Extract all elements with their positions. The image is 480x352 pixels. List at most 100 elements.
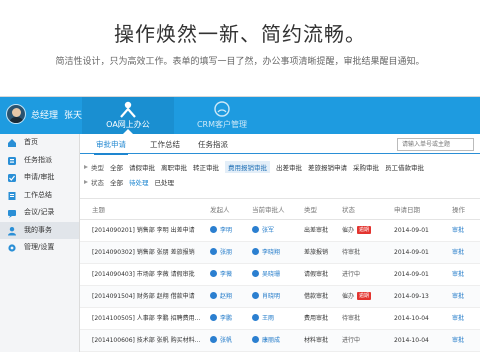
task-icon <box>8 156 16 165</box>
avatar[interactable] <box>6 104 26 124</box>
filter-option-selected[interactable]: 待处理 <box>129 177 149 187</box>
row-initiator: 张朋 <box>210 242 232 264</box>
row-subject[interactable]: [2014090403] 市场部 李薇 请假审批 <box>92 264 195 286</box>
crm-circle-icon <box>214 101 230 117</box>
settings-icon <box>8 244 16 252</box>
top-bar: 总经理 张天 OA网上办公 CRM客户管理 <box>0 97 480 134</box>
status-text: 待审批 <box>342 315 361 322</box>
filter-option[interactable]: 全部 <box>110 177 123 187</box>
module-crm-label: CRM客户管理 <box>196 120 248 129</box>
filter-option-selected[interactable]: 费用报销审批 <box>225 161 270 173</box>
filter-option[interactable]: 差旅报销申请 <box>308 162 347 172</box>
sidebar-item-approve[interactable]: 申请/审批 <box>0 169 79 187</box>
user-icon <box>252 248 259 255</box>
row-status: 待审批 <box>342 308 360 330</box>
approve-action-link[interactable]: 审批 <box>452 264 464 286</box>
user-icon <box>210 248 217 255</box>
table-row[interactable]: [2014091504] 财务部 赵翔 借款申请 赵翔 肖晓明 借款审批 催办 逾期 201… <box>80 286 480 308</box>
row-subject[interactable]: [2014090201] 销售部 李明 出差申请 <box>92 220 195 242</box>
tab-task[interactable]: 任务指派 <box>198 139 228 150</box>
marketing-header: 操作焕然一新、简约流畅。 简洁性设计，只为高效工作。表单的填写一目了然，办公事项… <box>0 0 480 90</box>
filter-status-row: 状态 全部 待处理 已处理 <box>84 177 180 191</box>
initiator-name[interactable]: 李鹏 <box>220 315 232 322</box>
search-input[interactable] <box>397 138 474 151</box>
module-oa[interactable]: OA网上办公 <box>82 97 174 134</box>
overdue-badge: 逾期 <box>357 292 372 300</box>
filter-option[interactable]: 采购审批 <box>353 162 379 172</box>
approve-action-link[interactable]: 审批 <box>452 286 464 308</box>
row-date: 2014-10-04 <box>394 315 429 322</box>
row-subject[interactable]: [2014100505] 人事部 李鹏 招聘费用... <box>92 308 200 330</box>
sidebar-item-summary[interactable]: 工作总结 <box>0 187 79 205</box>
tab-bar: 审批申请 工作总结 任务指派 <box>80 134 480 155</box>
row-type: 费用审批 <box>304 315 329 322</box>
approve-action-link[interactable]: 审批 <box>452 330 464 352</box>
row-date: 2014-09-01 <box>394 249 429 256</box>
row-subject[interactable]: [2014090302] 销售部 张朋 差旅报销 <box>92 242 195 264</box>
user-name: 张天 <box>64 111 83 121</box>
row-date: 2014-10-04 <box>394 337 429 344</box>
row-approver: 李晓翔 <box>252 242 280 264</box>
initiator-name[interactable]: 李明 <box>220 227 232 234</box>
sidebar-item-settings[interactable]: 管理/设置 <box>0 239 79 257</box>
column-header: 操作 <box>452 206 465 214</box>
main-content: 审批申请 工作总结 任务指派 类型全部请假审批离职审批转正审批费用报销审批出差审… <box>80 134 480 352</box>
tab-approval[interactable]: 审批申请 <box>94 139 128 155</box>
row-subject[interactable]: [2014100606] 技术部 张帆 购买材料... <box>92 330 200 352</box>
approve-action-link[interactable]: 审批 <box>452 242 464 264</box>
row-type: 出差审批 <box>304 227 329 234</box>
approver-name[interactable]: 王雨 <box>262 315 274 322</box>
sidebar-item-task[interactable]: 任务指派 <box>0 152 79 170</box>
table-row[interactable]: [2014090302] 销售部 张朋 差旅报销 张朋 李晓翔 差旅报销 待审批 2014… <box>80 242 480 264</box>
row-initiator: 赵翔 <box>210 286 232 308</box>
table-row[interactable]: [2014100505] 人事部 李鹏 招聘费用... 李鹏 王雨 费用审批 待审批 20… <box>80 308 480 330</box>
user-icon <box>210 292 217 299</box>
sidebar-item-label: 我的事务 <box>24 225 52 234</box>
user-icon <box>210 336 217 343</box>
summary-icon <box>8 191 16 200</box>
hero-title: 操作焕然一新、简约流畅。 <box>114 22 366 46</box>
user-icon <box>210 314 217 321</box>
row-date: 2014-09-13 <box>394 293 429 300</box>
row-date: 2014-09-01 <box>394 271 429 278</box>
table-row[interactable]: [2014090201] 销售部 李明 出差申请 李明 张军 出差审批 催办 逾期 2014… <box>80 220 480 242</box>
approver-name[interactable]: 康丽成 <box>262 337 280 344</box>
module-crm[interactable]: CRM客户管理 <box>176 97 268 134</box>
filter-option[interactable]: 转正审批 <box>193 162 219 172</box>
sidebar-item-home[interactable]: 首页 <box>0 134 79 152</box>
approver-name[interactable]: 张军 <box>262 227 274 234</box>
filter-option[interactable]: 已处理 <box>155 177 175 187</box>
initiator-name[interactable]: 张帆 <box>220 337 232 344</box>
filter-option[interactable]: 员工借款审批 <box>385 162 424 172</box>
status-text: 催办 <box>342 227 355 234</box>
filter-option[interactable]: 离职审批 <box>161 162 187 172</box>
user-icon <box>252 270 259 277</box>
row-subject[interactable]: [2014091504] 财务部 赵翔 借款申请 <box>92 286 195 308</box>
row-initiator: 李明 <box>210 220 232 242</box>
initiator-name[interactable]: 张朋 <box>220 249 232 256</box>
people-icon <box>120 101 136 118</box>
row-type: 差旅报销 <box>304 249 329 256</box>
meeting-icon <box>8 210 16 218</box>
approver-name[interactable]: 吴晓珊 <box>262 271 280 278</box>
approver-name[interactable]: 李晓翔 <box>262 249 280 256</box>
overdue-badge: 逾期 <box>357 226 372 234</box>
table-row[interactable]: [2014090403] 市场部 李薇 请假审批 李薇 吴晓珊 请假审批 进行中 2014… <box>80 264 480 286</box>
table-row[interactable]: [2014100606] 技术部 张帆 购买材料... 张帆 康丽成 材料审批 进行中 2… <box>80 330 480 352</box>
filter-option[interactable]: 请假审批 <box>129 162 155 172</box>
tab-summary[interactable]: 工作总结 <box>150 139 180 150</box>
hero-subtitle: 简洁性设计，只为高效工作。表单的填写一目了然，办公事项清晰提醒，审批结果醒目通知… <box>55 57 425 67</box>
approve-action-link[interactable]: 审批 <box>452 308 464 330</box>
sidebar-item-meeting[interactable]: 会议/记录 <box>0 204 79 222</box>
row-approver: 吴晓珊 <box>252 264 280 286</box>
row-status: 催办 逾期 <box>342 220 372 242</box>
sidebar-item-affairs[interactable]: 我的事务 <box>0 221 79 239</box>
approve-action-link[interactable]: 审批 <box>452 220 464 242</box>
row-status: 待审批 <box>342 242 360 264</box>
sidebar-item-label: 会议/记录 <box>24 208 55 216</box>
filter-option[interactable]: 全部 <box>110 162 123 172</box>
initiator-name[interactable]: 李薇 <box>220 271 232 278</box>
approver-name[interactable]: 肖晓明 <box>262 293 280 300</box>
initiator-name[interactable]: 赵翔 <box>220 293 232 300</box>
filter-option[interactable]: 出差审批 <box>276 162 302 172</box>
